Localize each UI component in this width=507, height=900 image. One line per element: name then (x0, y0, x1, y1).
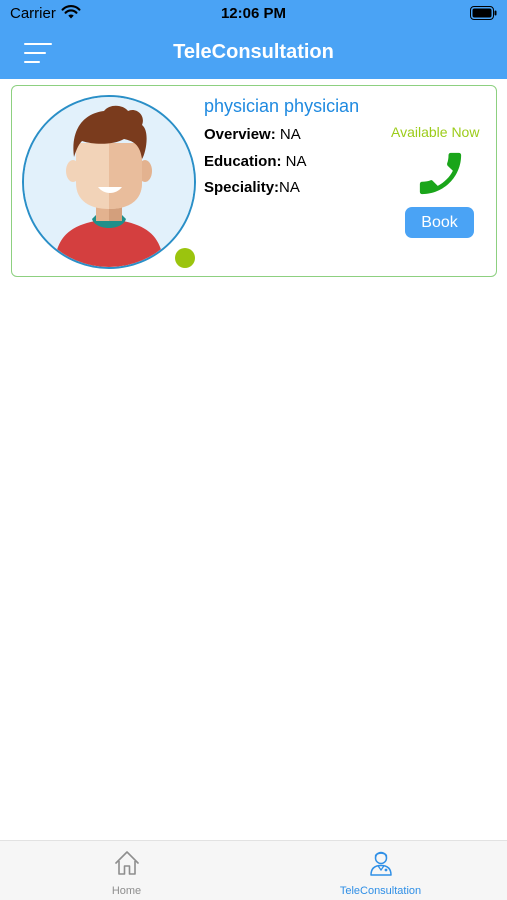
book-button[interactable]: Book (405, 207, 474, 238)
online-status-indicator (175, 248, 195, 268)
education-row: Education: NA (204, 153, 307, 170)
doctor-name: physician physician (204, 96, 360, 116)
home-icon (114, 851, 139, 875)
status-bar: Carrier 12:06 PM (0, 0, 507, 28)
tab-teleconsultation[interactable]: TeleConsultation (254, 841, 507, 900)
tab-home[interactable]: Home (0, 841, 253, 900)
education-label: Education: (204, 153, 282, 170)
tab-bar: Home TeleConsultation (0, 840, 507, 900)
tab-home-label: Home (111, 885, 142, 897)
doctor-icon (369, 851, 392, 876)
navigation-bar: TeleConsultation (0, 28, 507, 79)
education-value: NA (281, 153, 307, 170)
phone-call-icon[interactable] (413, 146, 468, 201)
speciality-value: NA (279, 179, 300, 196)
overview-value: NA (275, 126, 301, 143)
speciality-row: Speciality:NA (204, 179, 300, 196)
availability-status: Available Now (391, 124, 480, 140)
overview-row: Overview: NA (204, 126, 301, 143)
overview-label: Overview: (204, 126, 276, 143)
tab-teleconsultation-label: TeleConsultation (339, 885, 422, 897)
doctor-card[interactable]: physician physician Overview: NA Educati… (11, 85, 497, 277)
doctor-avatar-illustration (24, 97, 194, 267)
battery-icon (470, 6, 497, 20)
status-time: 12:06 PM (220, 5, 287, 22)
doctor-avatar (22, 95, 196, 269)
speciality-label: Speciality: (204, 179, 280, 196)
page-title: TeleConsultation (173, 41, 334, 63)
